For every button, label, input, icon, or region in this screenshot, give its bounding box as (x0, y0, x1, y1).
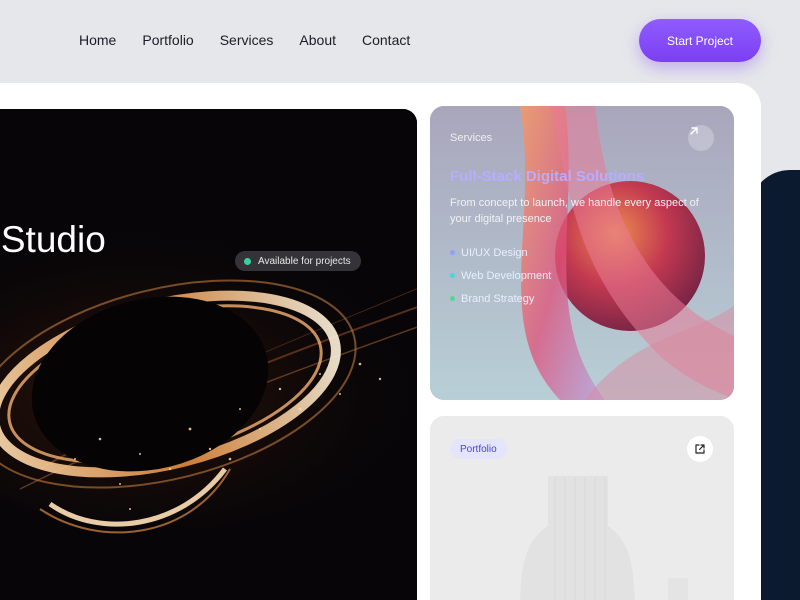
hero-title-line-3: e (0, 454, 106, 493)
nav-link-about[interactable]: About (299, 32, 336, 48)
list-item: UI/UX Design (450, 241, 551, 264)
services-label: Services (450, 132, 493, 144)
start-project-button[interactable]: Start Project (639, 19, 761, 62)
service-item-label: UI/UX Design (461, 246, 528, 259)
external-link-icon (695, 444, 705, 454)
nav-links: Home Portfolio Services About Contact (79, 32, 410, 48)
bullet-icon (450, 296, 455, 301)
top-navigation: Home Portfolio Services About Contact St… (0, 0, 800, 82)
nav-link-contact[interactable]: Contact (362, 32, 410, 48)
service-item-label: Brand Strategy (461, 292, 535, 305)
nav-link-services[interactable]: Services (220, 32, 274, 48)
badge-label: Available for projects (258, 255, 351, 267)
services-card[interactable]: Services Full-Stack Digital Solutions Fr… (430, 106, 734, 400)
portfolio-open-button[interactable] (687, 436, 713, 462)
services-open-button[interactable] (688, 125, 714, 151)
services-list: UI/UX Design Web Development Brand Strat… (450, 241, 551, 310)
list-item: Brand Strategy (450, 287, 551, 310)
hero-title: e Studio e e (0, 142, 106, 532)
nav-link-home[interactable]: Home (79, 32, 116, 48)
availability-badge: Available for projects (235, 251, 361, 271)
hero-title-line-2: e (0, 337, 106, 376)
nav-link-portfolio[interactable]: Portfolio (142, 32, 193, 48)
bullet-icon (450, 250, 455, 255)
list-item: Web Development (450, 264, 551, 287)
status-dot-icon (244, 257, 251, 265)
portfolio-card[interactable]: Portfolio (430, 416, 734, 600)
services-description: From concept to launch, we handle every … (450, 197, 699, 225)
arrow-up-right-icon (690, 127, 698, 135)
services-title: Full-Stack Digital Solutions (450, 168, 645, 185)
bullet-icon (450, 273, 455, 278)
hero-title-line-1: e Studio (0, 219, 106, 260)
portfolio-label: Portfolio (450, 439, 507, 459)
service-item-label: Web Development (461, 269, 552, 282)
